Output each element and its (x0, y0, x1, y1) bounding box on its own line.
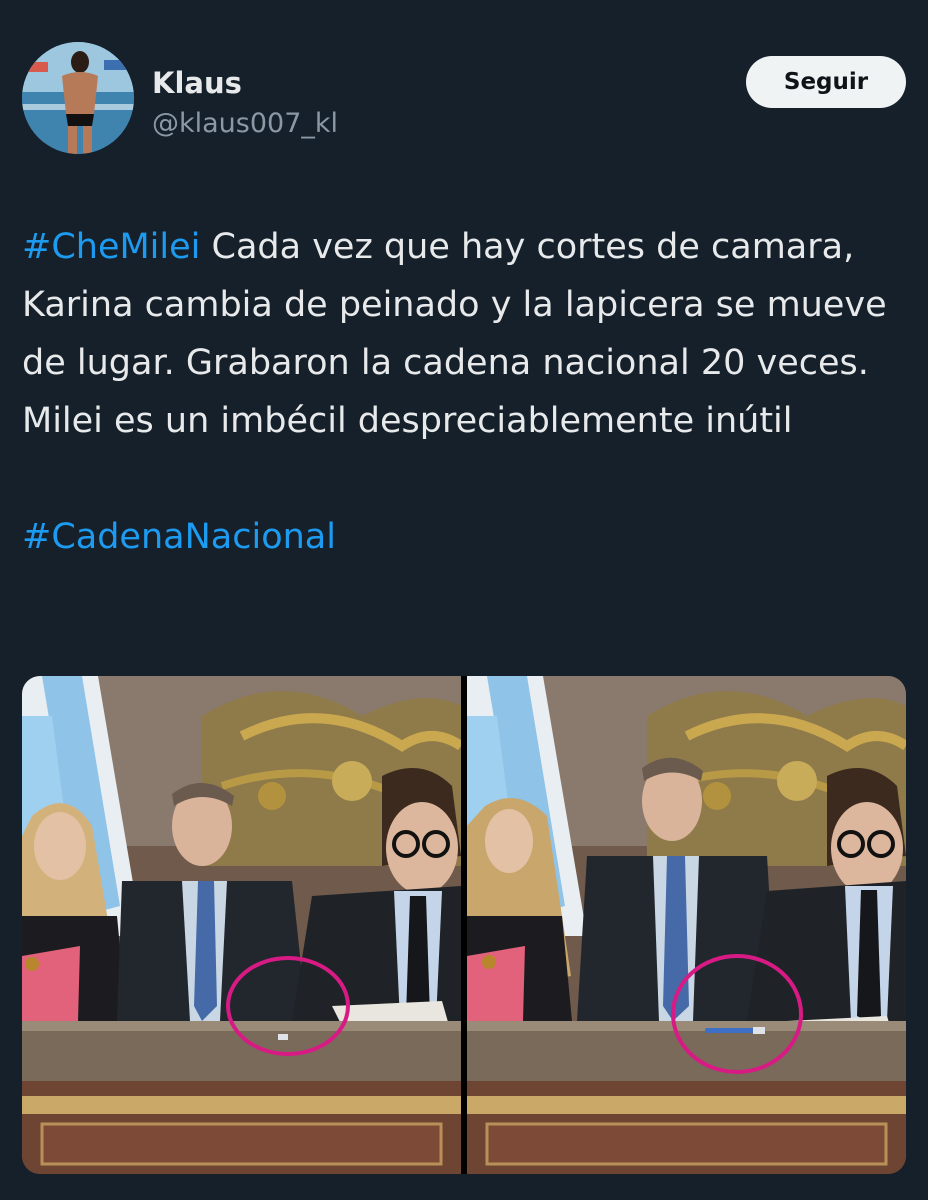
media-image-right[interactable] (467, 676, 906, 1174)
avatar[interactable] (22, 42, 134, 154)
author-name[interactable]: Klaus (152, 66, 242, 100)
tweet-text: #CheMilei Cada vez que hay cortes de cam… (22, 218, 912, 566)
tweet-media[interactable] (22, 676, 906, 1174)
hashtag-chemilei[interactable]: #CheMilei (22, 227, 200, 267)
hashtag-cadenanacional[interactable]: #CadenaNacional (22, 517, 336, 557)
media-image-left[interactable] (22, 676, 461, 1174)
follow-button[interactable]: Seguir (746, 56, 906, 108)
tweet-header: Klaus @klaus007_kl Seguir (22, 42, 906, 158)
author-handle[interactable]: @klaus007_kl (152, 108, 338, 139)
